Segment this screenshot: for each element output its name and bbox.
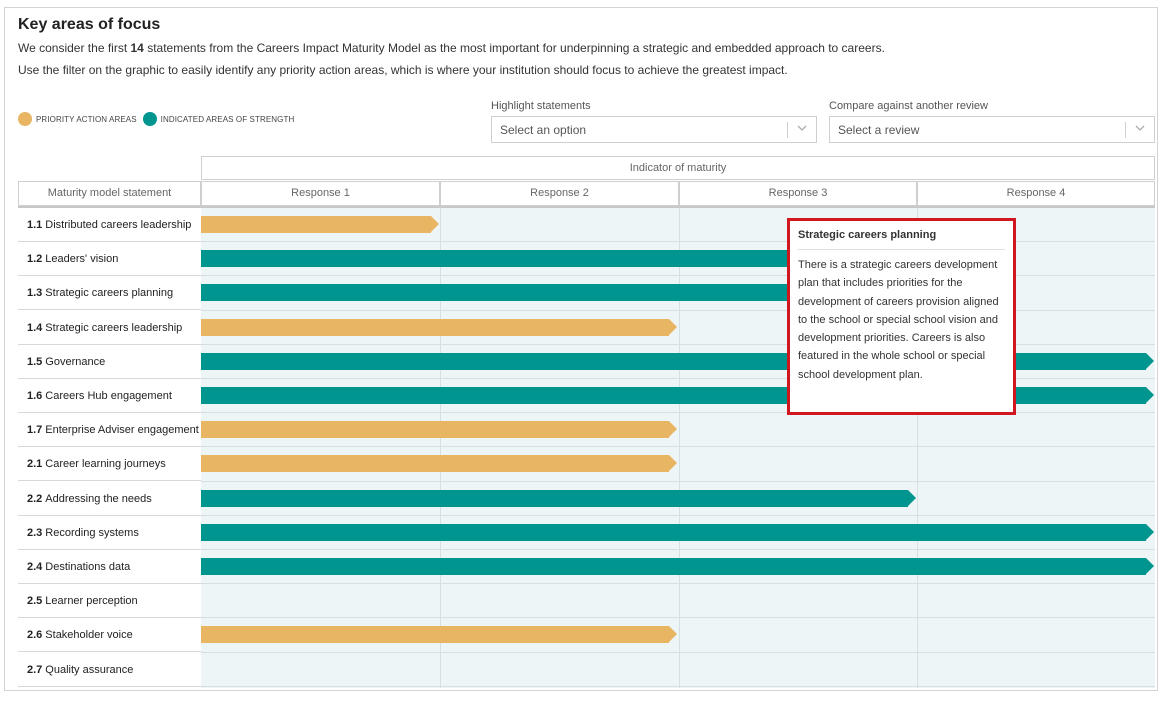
statement-tooltip: Strategic careers planning There is a st… <box>787 218 1016 415</box>
tooltip-body: There is a strategic careers development… <box>798 259 999 381</box>
statement-number: 1.2 <box>27 253 43 266</box>
column-divider <box>679 208 680 688</box>
select-separator <box>787 122 788 138</box>
priority-maturity-bar[interactable] <box>201 216 438 233</box>
statement-number: 1.4 <box>27 321 43 334</box>
row-divider <box>201 685 1155 687</box>
statement-number: 2.4 <box>27 561 43 573</box>
statement-row-label[interactable]: 1.3 Strategic careers planning <box>18 276 201 311</box>
column-divider <box>440 208 441 688</box>
description-line-1: We consider the first 14 statements from… <box>18 41 885 55</box>
statement-row-label[interactable]: 1.6 Careers Hub engagement <box>18 379 201 413</box>
statement-label: Leaders' vision <box>45 253 119 266</box>
compare-review-select[interactable]: Select a review <box>829 116 1155 143</box>
highlight-statements-select[interactable]: Select an option <box>491 116 817 143</box>
statement-number: 2.7 <box>27 663 43 676</box>
statement-number: 1.7 <box>27 424 43 437</box>
statement-label: Enterprise Adviser engagement <box>45 424 199 437</box>
statement-label: Distributed careers leadership <box>45 219 192 231</box>
description-text: We consider the first <box>18 41 128 55</box>
statement-label: Learner perception <box>45 595 138 608</box>
statement-number: 1.3 <box>27 287 43 300</box>
priority-maturity-bar[interactable] <box>201 455 677 473</box>
priority-maturity-bar[interactable] <box>201 318 677 336</box>
legend-priority-label: Priority action areas <box>36 114 137 124</box>
statement-row-label[interactable]: 1.2 Leaders' vision <box>18 242 201 277</box>
legend-strength-label: Indicated areas of strength <box>160 114 295 124</box>
statement-count: 14 <box>130 41 144 55</box>
statement-row-label[interactable]: 2.1 Career learning journeys <box>18 447 201 482</box>
statement-number: 1.5 <box>27 355 43 368</box>
statement-row-label[interactable]: 2.2 Addressing the needs <box>18 481 201 516</box>
key-areas-panel: Key areas of focus We consider the first… <box>4 7 1158 691</box>
strength-dot-icon <box>142 112 157 126</box>
statement-number: 1.1 <box>27 219 43 231</box>
statement-row-label[interactable]: 2.7 Quality assurance <box>18 652 201 687</box>
statement-row-label[interactable]: 1.1 Distributed careers leadership <box>18 208 201 242</box>
row-divider <box>201 446 1155 448</box>
indicator-of-maturity-header: Indicator of maturity <box>201 156 1155 180</box>
page-title: Key areas of focus <box>18 16 161 33</box>
statement-number: 2.5 <box>27 595 43 608</box>
row-divider <box>201 617 1155 619</box>
statement-column-header: Maturity model statement <box>18 181 201 206</box>
highlight-placeholder: Select an option <box>500 123 587 137</box>
statement-row-label[interactable]: 2.5 Learner perception <box>18 584 201 619</box>
statement-label: Quality assurance <box>45 663 134 676</box>
priority-maturity-bar[interactable] <box>201 626 677 644</box>
strength-maturity-bar[interactable] <box>201 489 915 507</box>
tooltip-title: Strategic careers planning <box>798 229 1005 250</box>
compare-placeholder: Select a review <box>838 123 920 137</box>
statement-label: Careers Hub engagement <box>45 390 172 402</box>
statement-row-label[interactable]: 2.4 Destinations data <box>18 550 201 584</box>
statement-row-label[interactable]: 2.6 Stakeholder voice <box>18 618 201 653</box>
compare-review-label: Compare against another review <box>829 100 988 112</box>
statement-number: 2.6 <box>27 629 43 642</box>
statement-label: Destinations data <box>45 561 131 573</box>
strength-maturity-bar[interactable] <box>201 523 1154 541</box>
statement-label: Career learning journeys <box>45 458 166 471</box>
statement-number: 2.2 <box>27 492 43 505</box>
row-divider <box>201 549 1155 550</box>
row-divider <box>201 480 1155 482</box>
priority-maturity-bar[interactable] <box>201 421 677 439</box>
priority-dot-icon <box>18 112 32 126</box>
statement-label: Governance <box>45 355 106 368</box>
statement-label: Recording systems <box>45 526 139 539</box>
response-3-header: Response 3 <box>679 181 917 206</box>
chevron-down-icon[interactable] <box>795 121 809 135</box>
response-4-header: Response 4 <box>917 181 1155 206</box>
row-divider <box>201 514 1155 516</box>
statement-row-label[interactable]: 1.5 Governance <box>18 344 201 379</box>
strength-maturity-bar[interactable] <box>201 558 1154 575</box>
statement-row-label[interactable]: 2.3 Recording systems <box>18 515 201 550</box>
response-1-header: Response 1 <box>201 181 440 206</box>
description-text: statements from the Careers Impact Matur… <box>147 41 885 55</box>
highlight-statements-label: Highlight statements <box>491 100 591 112</box>
legend-strength: Indicated areas of strength <box>142 112 295 126</box>
row-divider <box>201 583 1155 585</box>
statement-row-label[interactable]: 1.7 Enterprise Adviser engagement <box>18 413 201 448</box>
legend-priority: Priority action areas <box>18 112 137 126</box>
statement-label: Strategic careers planning <box>45 287 174 300</box>
statement-label: Addressing the needs <box>45 492 152 505</box>
description-line-2: Use the filter on the graphic to easily … <box>18 63 788 77</box>
row-divider <box>201 651 1155 653</box>
response-2-header: Response 2 <box>440 181 679 206</box>
chevron-down-icon[interactable] <box>1133 121 1147 135</box>
statement-number: 1.6 <box>27 390 43 402</box>
statement-number: 2.1 <box>27 458 43 471</box>
statement-number: 2.3 <box>27 526 43 539</box>
statement-label: Stakeholder voice <box>45 629 133 642</box>
statement-row-label[interactable]: 1.4 Strategic careers leadership <box>18 310 201 345</box>
statement-label: Strategic careers leadership <box>45 321 183 334</box>
select-separator <box>1125 122 1126 138</box>
legend: Priority action areas Indicated areas of… <box>18 112 300 126</box>
